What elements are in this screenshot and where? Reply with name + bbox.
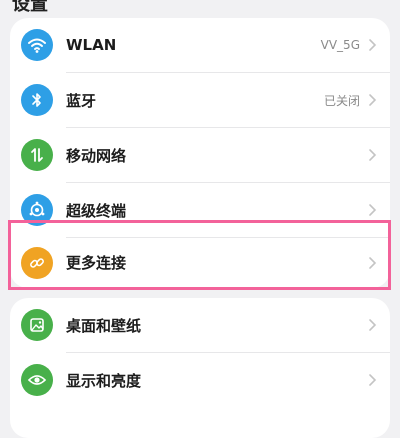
mobile-network-icon	[21, 139, 53, 171]
chevron-right-icon	[369, 256, 377, 269]
chevron-right-icon	[369, 374, 377, 386]
wallpaper-label: 桌面和壁纸	[66, 316, 142, 335]
settings-item-display-brightness[interactable]: 显示和亮度	[10, 353, 390, 407]
chevron-right-icon	[369, 149, 377, 161]
settings-item-more-connections[interactable]: 更多连接	[10, 237, 390, 288]
settings-item-wlan[interactable]: WLAN VV_5G	[10, 18, 390, 72]
display-brightness-label: 显示和亮度	[66, 371, 142, 390]
bluetooth-icon	[21, 84, 53, 116]
page-title: 设置	[12, 0, 48, 15]
super-device-label: 超级终端	[66, 201, 127, 220]
connectivity-card: WLAN VV_5G 蓝牙 已关闭 移动网络 超级终端 更多连接	[10, 18, 390, 288]
wallpaper-icon	[21, 309, 53, 341]
more-connections-label: 更多连接	[66, 254, 127, 272]
super-device-icon	[21, 194, 53, 226]
wifi-icon	[21, 29, 53, 61]
chevron-right-icon	[369, 94, 377, 106]
display-card: 桌面和壁纸 显示和亮度	[10, 298, 390, 438]
chevron-right-icon	[369, 39, 377, 51]
settings-item-mobile-network[interactable]: 移动网络	[10, 128, 390, 182]
mobile-network-label: 移动网络	[66, 146, 127, 165]
link-icon	[21, 246, 53, 279]
bluetooth-label: 蓝牙	[66, 91, 97, 110]
chevron-right-icon	[369, 319, 377, 331]
bluetooth-value: 已关闭	[323, 93, 360, 108]
eye-icon	[21, 364, 53, 396]
wlan-value: VV_5G	[320, 38, 360, 52]
settings-item-bluetooth[interactable]: 蓝牙 已关闭	[10, 73, 390, 127]
settings-item-super-device[interactable]: 超级终端	[10, 183, 390, 237]
chevron-right-icon	[369, 204, 377, 216]
settings-item-wallpaper[interactable]: 桌面和壁纸	[10, 298, 390, 352]
wlan-label: WLAN	[66, 36, 117, 54]
